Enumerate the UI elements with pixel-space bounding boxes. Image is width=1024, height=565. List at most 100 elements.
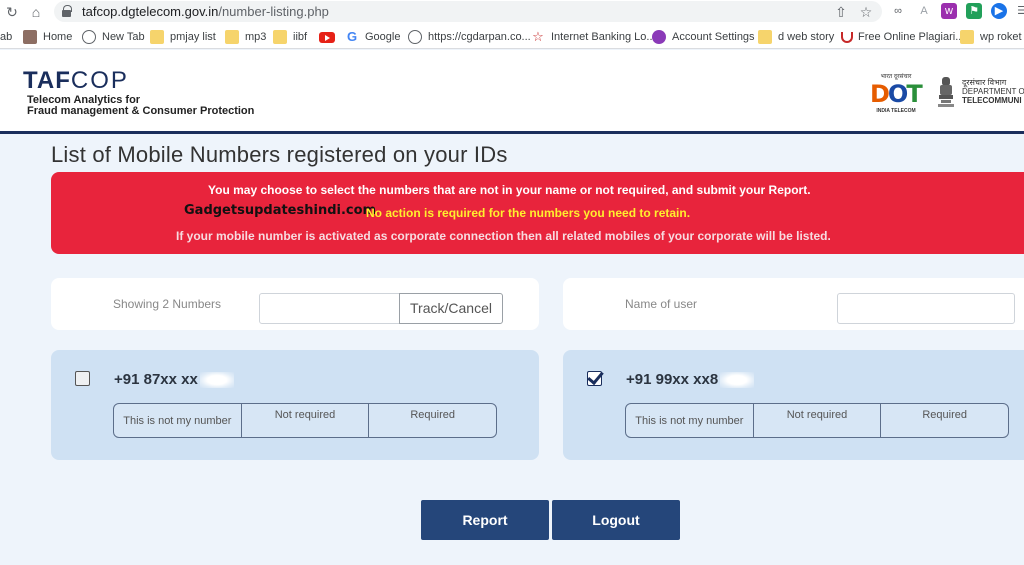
logo-taf: TAF: [23, 67, 71, 94]
bookmark-label: Internet Banking Lo...: [551, 31, 656, 43]
report-button[interactable]: Report: [421, 500, 549, 540]
bank-icon: ☆: [531, 29, 545, 44]
bookmark-iibf[interactable]: iibf: [273, 29, 307, 45]
bookmark-label: wp roket s: [980, 31, 1024, 43]
dot-letter-o: O: [887, 80, 908, 108]
showing-count-label: Showing 2 Numbers: [113, 297, 222, 311]
track-filter-card: Showing 2 Numbers Track/Cancel: [51, 278, 539, 330]
globe-icon: [82, 30, 96, 44]
browser-toolbar: ↻ ⌂ tafcop.dgtelecom.gov.in/number-listi…: [0, 0, 1024, 24]
logo-cop: COP: [70, 67, 129, 94]
number-card: +91 87xx xx This is not my number Not re…: [51, 350, 539, 460]
extension-play-icon[interactable]: ▶: [991, 3, 1007, 19]
logo-subtitle: Telecom Analytics for Fraud management &…: [27, 95, 254, 117]
bookmark-mp3[interactable]: mp3: [225, 29, 266, 45]
alert-line-1: You may choose to select the numbers tha…: [208, 183, 811, 197]
bookmark-item[interactable]: ab: [0, 29, 12, 45]
option-required[interactable]: Required: [369, 404, 496, 437]
bookmarks-bar: ab Home New Tab pmjay list mp3 iibf G Goo…: [0, 24, 1024, 49]
folder-icon: [758, 30, 772, 44]
site-header: TAFCOP Telecom Analytics for Fraud manag…: [0, 50, 1024, 134]
bookmark-internet-banking[interactable]: ☆ Internet Banking Lo...: [531, 29, 656, 45]
extension-flag-icon[interactable]: ⚑: [966, 3, 982, 19]
national-emblem-icon: [938, 77, 954, 107]
globe-icon: [408, 30, 422, 44]
extension-a-icon[interactable]: A: [916, 3, 932, 19]
bookmark-label: pmjay list: [170, 31, 216, 43]
dept-hindi: दूरसंचार विभाग: [962, 78, 1007, 87]
masked-digits: [720, 372, 755, 389]
reload-icon[interactable]: ↻: [3, 3, 21, 21]
address-bar[interactable]: tafcop.dgtelecom.gov.in/number-listing.p…: [54, 1, 882, 22]
bookmark-wp-roket[interactable]: wp roket s: [960, 29, 1024, 45]
bookmark-home[interactable]: Home: [23, 29, 72, 45]
star-icon[interactable]: ☆: [857, 3, 875, 21]
extension-w-icon[interactable]: w: [941, 3, 957, 19]
page-title: List of Mobile Numbers registered on you…: [51, 142, 508, 167]
share-icon[interactable]: ⇧: [832, 3, 850, 21]
home-icon[interactable]: ⌂: [27, 3, 45, 21]
lock-icon[interactable]: [62, 5, 72, 17]
bookmark-d-web-story[interactable]: d web story: [758, 29, 834, 45]
bookmark-label: Home: [43, 31, 73, 43]
masked-digits: [199, 372, 234, 389]
name-filter-card: Name of user: [563, 278, 1024, 330]
option-required[interactable]: Required: [881, 404, 1008, 437]
option-not-my-number[interactable]: This is not my number: [114, 404, 242, 437]
bookmark-label: https://cgdarpan.co...: [428, 31, 531, 43]
bookmark-account-settings[interactable]: Account Settings: [652, 29, 755, 45]
alert-banner: You may choose to select the numbers tha…: [51, 172, 1024, 254]
track-request-input[interactable]: [259, 293, 401, 324]
bookmark-new-tab[interactable]: New Tab: [82, 29, 145, 45]
dept-line1: DEPARTMENT OF: [962, 87, 1024, 96]
extension-icon[interactable]: ∞: [890, 3, 906, 19]
mobile-number: +91 99xx xx8: [626, 371, 755, 389]
mobile-number-text: +91 99xx xx8: [626, 371, 719, 388]
bookmark-label: Account Settings: [672, 31, 755, 43]
url-text[interactable]: tafcop.dgtelecom.gov.in/number-listing.p…: [82, 4, 329, 19]
mobile-number: +91 87xx xx: [114, 371, 234, 389]
number-status-options: This is not my number Not required Requi…: [113, 403, 497, 438]
home-bookmark-icon: [23, 30, 37, 44]
dot-subtitle: INDIA TELECOM: [876, 108, 916, 114]
google-icon: G: [346, 29, 358, 44]
bookmark-cgdarpan[interactable]: https://cgdarpan.co...: [408, 29, 531, 45]
bookmark-label: Free Online Plagiari...: [858, 31, 965, 43]
bookmark-pmjay-list[interactable]: pmjay list: [150, 29, 216, 45]
bookmark-label: mp3: [245, 31, 267, 43]
subtitle-line2: Fraud management & Consumer Protection: [27, 105, 255, 117]
tafcop-logo[interactable]: TAFCOP: [23, 67, 129, 95]
hook-icon: [838, 30, 853, 44]
watermark-text: Gadgetsupdateshindi.com: [184, 203, 377, 218]
bookmark-label: Google: [365, 31, 401, 43]
select-number-checkbox[interactable]: [75, 371, 90, 386]
dept-line2: TELECOMMUNI: [962, 96, 1022, 105]
bookmark-plagiarism[interactable]: Free Online Plagiari...: [838, 29, 964, 45]
name-of-user-input[interactable]: [837, 293, 1015, 324]
bookmark-google[interactable]: G Google: [345, 29, 401, 45]
name-of-user-label: Name of user: [625, 297, 698, 311]
dot-letter-t: T: [906, 80, 922, 108]
option-not-required[interactable]: Not required: [754, 404, 882, 437]
department-of-telecom: दूरसंचार विभाग DEPARTMENT OF TELECOMMUNI: [962, 78, 1024, 105]
select-number-checkbox[interactable]: [587, 371, 602, 386]
bookmark-label: New Tab: [102, 31, 145, 43]
number-status-options: This is not my number Not required Requi…: [625, 403, 1009, 438]
bookmark-label: ab: [0, 31, 13, 43]
dot-hindi-text: भारत दूरसंचार: [880, 74, 912, 80]
folder-icon: [150, 30, 164, 44]
dot-india-telecom-logo: भारत दूरसंचार DOT INDIA TELECOM: [870, 72, 923, 120]
puzzle-icon[interactable]: ☰: [1014, 3, 1024, 19]
dot-letters: DOT: [870, 80, 923, 108]
folder-icon: [960, 30, 974, 44]
option-not-my-number[interactable]: This is not my number: [626, 404, 754, 437]
folder-icon: [225, 30, 239, 44]
option-not-required[interactable]: Not required: [242, 404, 370, 437]
track-cancel-button[interactable]: Track/Cancel: [399, 293, 503, 324]
alert-line-2: No action is required for the numbers yo…: [366, 206, 691, 220]
alert-line-3: If your mobile number is activated as co…: [176, 229, 831, 243]
bookmark-youtube[interactable]: [319, 29, 341, 45]
logout-button[interactable]: Logout: [552, 500, 680, 540]
bookmark-label: iibf: [293, 31, 308, 43]
purple-circle-icon: [652, 30, 666, 44]
